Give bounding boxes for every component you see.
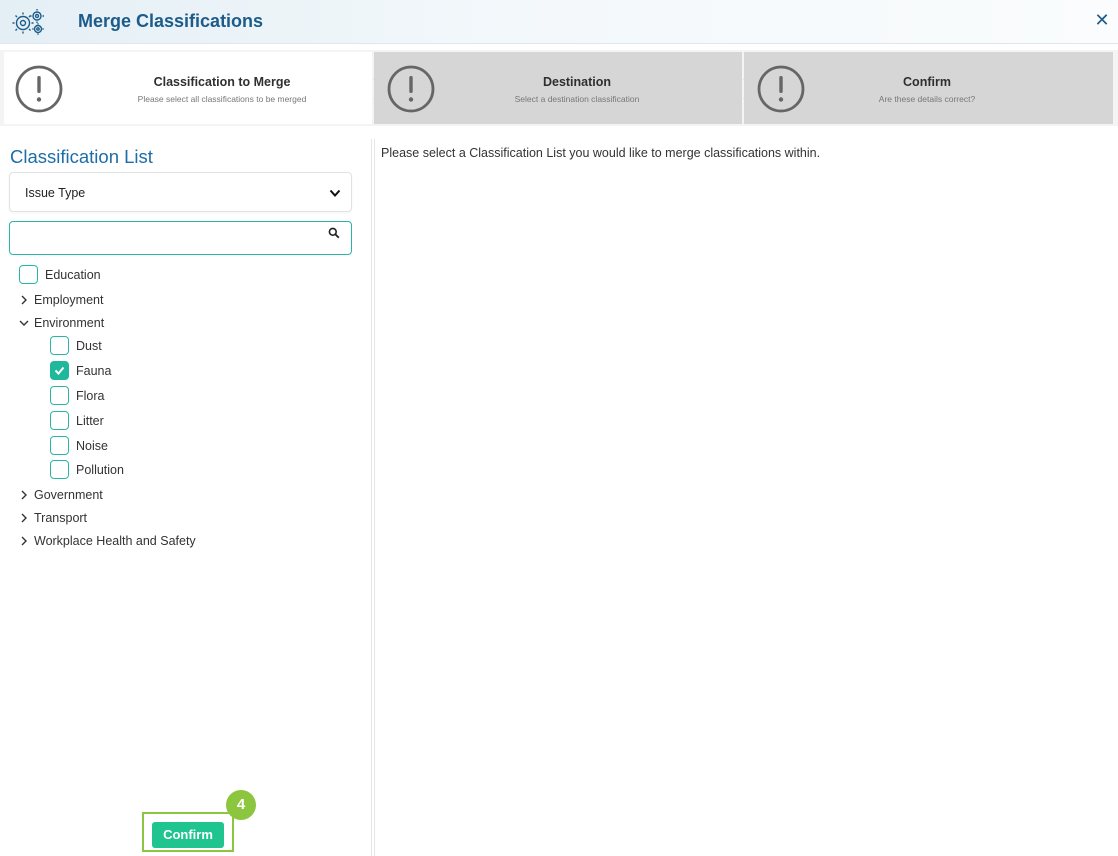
wizard-step-title: Confirm [903, 75, 951, 89]
checkbox[interactable] [50, 336, 69, 355]
tree-item-label: Workplace Health and Safety [34, 534, 196, 548]
chevron-down-icon[interactable] [19, 318, 29, 328]
checkbox[interactable] [50, 386, 69, 405]
search-input[interactable] [9, 221, 352, 255]
tree-item-label: Employment [34, 293, 104, 307]
wizard-step-title: Destination [542, 75, 612, 89]
tree-item-label: Transport [34, 511, 88, 525]
exclamation-circle-icon [387, 65, 435, 113]
instruction-text: Please select a Classification List you … [381, 146, 821, 160]
chevron-right-icon[interactable] [19, 295, 29, 305]
close-icon[interactable]: ✕ [1092, 10, 1112, 30]
select-value: Issue Type [25, 186, 86, 200]
tree-item-dust[interactable]: Dust [50, 335, 250, 357]
search-icon[interactable] [328, 227, 340, 239]
tree-item-government[interactable]: Government [19, 484, 219, 506]
checkbox[interactable] [50, 411, 69, 430]
wizard-step-title: Classification to Merge [153, 75, 291, 89]
tree-item-label: Pollution [76, 463, 124, 477]
tree-item-flora[interactable]: Flora [50, 385, 250, 407]
wizard-step-subtitle: Are these details correct? [878, 94, 976, 104]
chevron-down-icon [329, 189, 341, 197]
checkmark-icon [54, 366, 65, 375]
wizard-step-subtitle: Please select all classifications to be … [137, 94, 307, 104]
checkbox[interactable] [19, 265, 38, 284]
confirm-button[interactable]: Confirm [152, 822, 224, 848]
wizard-step-destination[interactable]: Destination Select a destination classif… [374, 52, 742, 124]
tree-item-litter[interactable]: Litter [50, 410, 250, 432]
tree-item-label: Dust [76, 339, 102, 353]
merge-details-panel: Please select a Classification List you … [374, 139, 1114, 856]
tree-item-label: Education [45, 268, 101, 282]
confirm-button-highlight: Confirm [142, 812, 234, 852]
classification-list-panel: Classification List Issue Type Education… [4, 139, 372, 856]
tree-item-label: Noise [76, 439, 108, 453]
chevron-right-icon[interactable] [19, 536, 29, 546]
chevron-right-icon[interactable] [19, 513, 29, 523]
wizard-step-subtitle: Select a destination classification [514, 94, 640, 104]
chevron-right-icon[interactable] [19, 490, 29, 500]
tree-item-label: Litter [76, 414, 104, 428]
exclamation-circle-icon [757, 65, 805, 113]
tree-item-pollution[interactable]: Pollution [50, 459, 250, 481]
gears-icon [12, 9, 44, 35]
tree-item-employment[interactable]: Employment [19, 289, 219, 311]
window-titlebar: Merge Classifications ✕ [0, 0, 1118, 44]
wizard-step-classification-to-merge[interactable]: Classification to Merge Please select al… [4, 52, 372, 124]
tree-item-workplace-health-and-safety[interactable]: Workplace Health and Safety [19, 530, 279, 552]
tree-item-environment[interactable]: Environment [19, 312, 219, 334]
wizard-steps: Classification to Merge Please select al… [0, 50, 1118, 126]
tree-item-label: Government [34, 488, 103, 502]
step-number-badge: 4 [226, 790, 256, 820]
exclamation-circle-icon [15, 65, 63, 113]
checkbox[interactable] [50, 460, 69, 479]
tree-item-noise[interactable]: Noise [50, 435, 250, 457]
tree-item-transport[interactable]: Transport [19, 507, 219, 529]
window-title: Merge Classifications [78, 11, 264, 31]
tree-item-education[interactable]: Education [19, 264, 219, 286]
tree-item-label: Environment [34, 316, 105, 330]
tree-item-fauna[interactable]: Fauna [50, 360, 250, 382]
tree-item-label: Fauna [76, 364, 112, 378]
panel-heading: Classification List [10, 146, 153, 167]
checkbox[interactable] [50, 436, 69, 455]
wizard-step-confirm[interactable]: Confirm Are these details correct? [744, 52, 1113, 124]
classification-list-select[interactable]: Issue Type [9, 172, 352, 212]
checkbox-checked[interactable] [50, 361, 69, 380]
tree-item-label: Flora [76, 389, 105, 403]
